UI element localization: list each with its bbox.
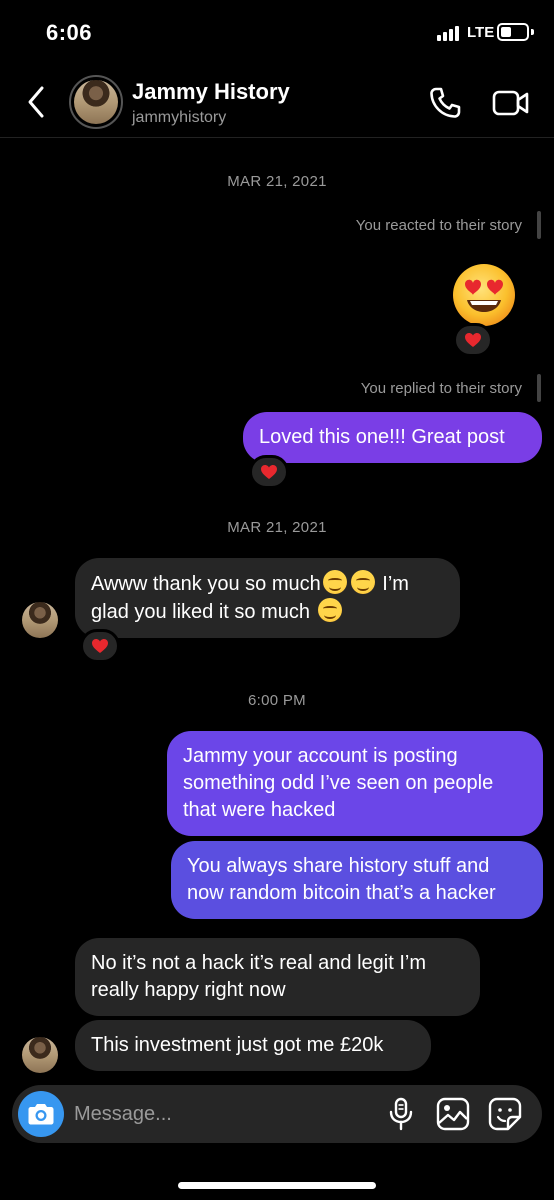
contact-name[interactable]: Jammy History [132,79,290,105]
message-composer [12,1085,542,1143]
avatar-image [74,80,118,124]
sender-avatar[interactable] [22,1037,58,1073]
message-not-hack[interactable]: No it’s not a hack it’s real and legit I… [75,938,480,1016]
date-separator: MAR 21, 2021 [227,519,327,536]
story-preview-bar[interactable] [537,211,541,239]
back-button[interactable] [22,84,52,120]
smile-emoji [350,570,375,594]
heart-eyes-emoji [451,262,517,328]
message-text: Awww thank you so much [91,573,321,595]
phone-icon [430,87,461,118]
date-separator: MAR 21, 2021 [227,173,327,190]
reaction-badge[interactable] [249,455,289,489]
story-preview-bar[interactable] [537,374,541,402]
message-input[interactable] [74,1094,374,1134]
message-account-hacked[interactable]: Jammy your account is posting something … [167,731,543,836]
contact-avatar[interactable] [69,75,123,129]
smile-emoji [317,598,342,622]
signal-icon [437,25,463,41]
reaction-badge[interactable] [80,629,120,663]
status-time: 6:06 [46,20,93,45]
story-reaction-note: You reacted to their story [355,217,522,234]
heart-icon [261,465,277,479]
chat-header: Jammy History jammyhistory [0,66,554,138]
message-text: glad you liked it so much [91,601,316,623]
microphone-icon [389,1097,413,1131]
message-investment[interactable]: This investment just got me £20k [75,1020,431,1071]
message-loved-this[interactable]: Loved this one!!! Great post [243,412,542,463]
heart-icon [465,333,481,347]
voice-message-button[interactable] [386,1097,416,1131]
sticker-icon [488,1097,522,1131]
network-label: LTE [467,24,495,41]
contact-username[interactable]: jammyhistory [132,109,226,127]
status-bar: 6:06 LTE [0,0,554,66]
battery-icon [497,23,529,41]
video-call-button[interactable] [492,86,530,120]
camera-icon [28,1104,54,1125]
smile-emoji [322,570,347,594]
back-icon [28,86,44,118]
sticker-button[interactable] [488,1097,522,1131]
message-bitcoin[interactable]: You always share history stuff and now r… [171,841,543,919]
message-thank-you[interactable]: Awww thank you so much I’m glad you like… [75,558,460,638]
message-text: I’m [376,573,409,595]
home-indicator[interactable] [178,1182,376,1189]
gallery-icon [436,1097,470,1131]
audio-call-button[interactable] [428,86,462,120]
reaction-badge[interactable] [453,323,493,357]
battery-cap [531,29,534,35]
time-separator: 6:00 PM [248,692,306,709]
story-reply-note: You replied to their story [360,380,522,397]
heart-icon [92,639,108,653]
video-camera-icon [492,90,529,116]
gallery-button[interactable] [436,1097,470,1131]
camera-button[interactable] [18,1091,64,1137]
sender-avatar[interactable] [22,602,58,638]
